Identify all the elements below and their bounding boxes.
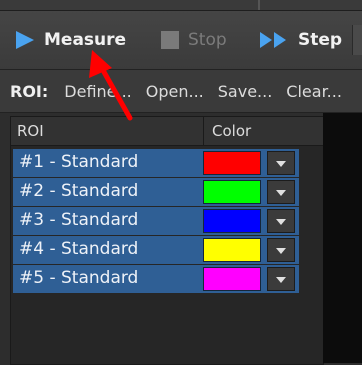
color-swatch[interactable] bbox=[203, 267, 261, 291]
roi-name: #5 - Standard bbox=[19, 268, 139, 288]
roi-table: ROI Color #1 - Standard #2 - Standard #3… bbox=[10, 116, 324, 365]
color-swatch[interactable] bbox=[203, 238, 261, 262]
roi-bar-label: ROI: bbox=[10, 81, 49, 101]
chevron-down-icon[interactable] bbox=[267, 209, 295, 233]
roi-name: #2 - Standard bbox=[19, 181, 139, 201]
clear-menu-item[interactable]: Clear... bbox=[286, 82, 342, 101]
top-strip bbox=[0, 0, 362, 11]
chevron-down-icon[interactable] bbox=[267, 180, 295, 204]
roi-name: #1 - Standard bbox=[19, 152, 139, 172]
chevron-down-icon[interactable] bbox=[267, 238, 295, 262]
step-button[interactable]: Step bbox=[258, 25, 342, 55]
stop-button[interactable]: Stop bbox=[160, 25, 227, 55]
roi-bar: ROI: Define... Open... Save... Clear... bbox=[0, 70, 362, 113]
step-button-label: Step bbox=[298, 30, 343, 50]
color-swatch[interactable] bbox=[203, 209, 261, 233]
table-row[interactable]: #2 - Standard bbox=[13, 178, 299, 206]
measure-button[interactable]: Measure bbox=[14, 25, 126, 55]
image-view bbox=[323, 113, 362, 363]
save-menu-item[interactable]: Save... bbox=[218, 82, 273, 101]
table-header: ROI Color bbox=[11, 117, 323, 146]
define-menu-item[interactable]: Define... bbox=[64, 82, 131, 101]
table-rows: #1 - Standard #2 - Standard #3 - Standar… bbox=[13, 149, 299, 294]
step-forward-icon bbox=[260, 32, 286, 48]
table-row[interactable]: #3 - Standard bbox=[13, 207, 299, 235]
play-icon bbox=[16, 31, 34, 49]
column-header-color[interactable]: Color bbox=[203, 117, 323, 145]
stop-icon bbox=[161, 31, 179, 49]
toolbar: Measure Stop Step bbox=[0, 11, 362, 70]
table-row[interactable]: #1 - Standard bbox=[13, 149, 299, 177]
color-swatch[interactable] bbox=[203, 151, 261, 175]
chevron-down-icon[interactable] bbox=[267, 267, 295, 291]
top-strip-notch bbox=[258, 0, 260, 10]
toolbar-overflow bbox=[352, 25, 362, 55]
measure-button-label: Measure bbox=[44, 30, 127, 50]
table-row[interactable]: #4 - Standard bbox=[13, 236, 299, 264]
color-swatch[interactable] bbox=[203, 180, 261, 204]
column-header-roi[interactable]: ROI bbox=[17, 122, 44, 140]
chevron-down-icon[interactable] bbox=[267, 151, 295, 175]
roi-name: #4 - Standard bbox=[19, 239, 139, 259]
stop-button-label: Stop bbox=[188, 30, 227, 50]
roi-name: #3 - Standard bbox=[19, 210, 139, 230]
table-row[interactable]: #5 - Standard bbox=[13, 265, 299, 293]
open-menu-item[interactable]: Open... bbox=[146, 82, 204, 101]
